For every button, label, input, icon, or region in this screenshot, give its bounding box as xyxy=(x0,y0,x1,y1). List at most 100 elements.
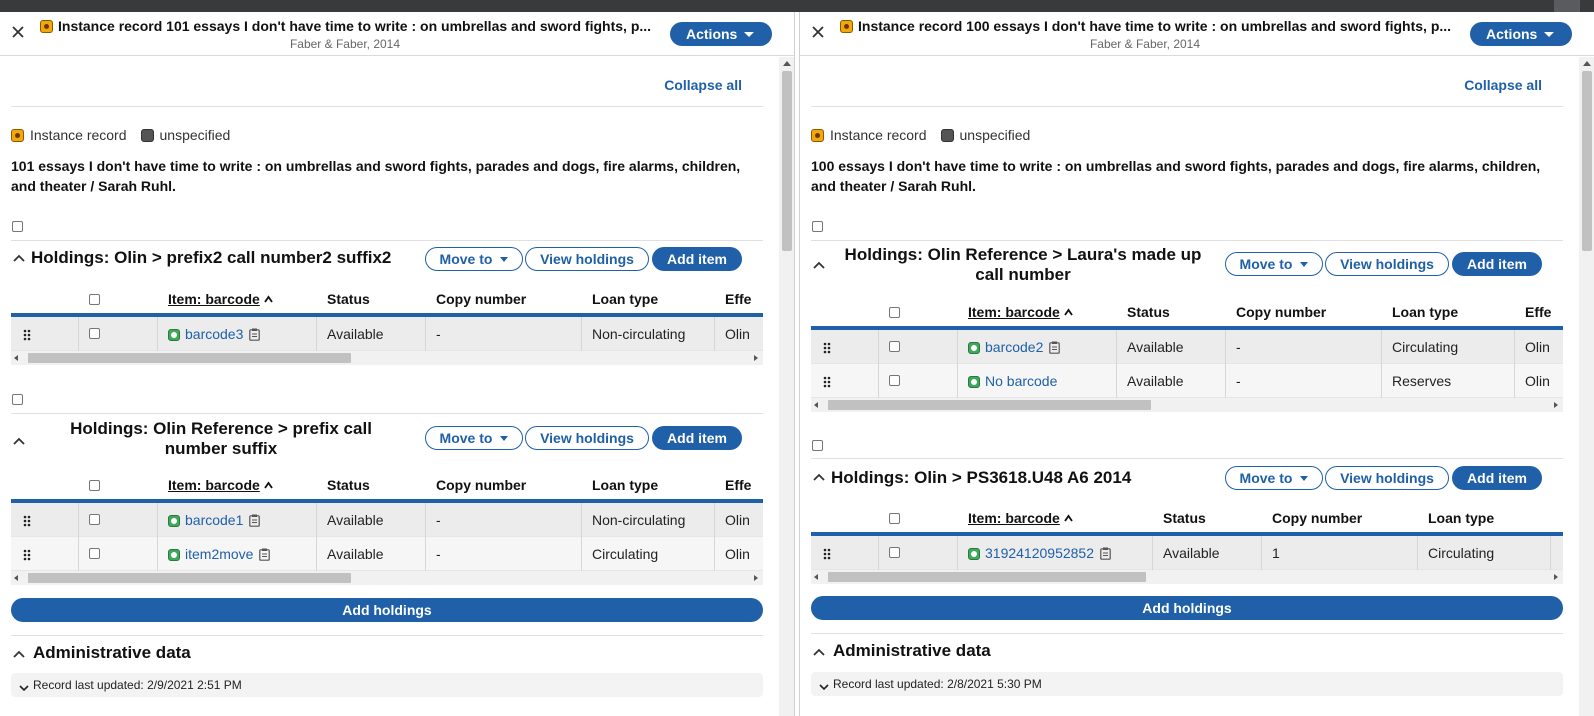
holdings-select-checkbox[interactable] xyxy=(812,440,823,451)
collapse-all-link[interactable]: Collapse all xyxy=(1464,77,1542,93)
record-updated-accordion[interactable]: Record last updated: 2/9/2021 2:51 PM xyxy=(11,673,763,697)
view-holdings-button[interactable]: View holdings xyxy=(525,426,649,450)
column-header-status[interactable]: Status xyxy=(1127,304,1170,320)
drag-handle-icon[interactable] xyxy=(23,514,31,527)
actions-button[interactable]: Actions xyxy=(1470,22,1572,46)
barcode-link[interactable]: barcode3 xyxy=(185,326,243,342)
column-header-status[interactable]: Status xyxy=(327,291,370,307)
collapse-all-link[interactable]: Collapse all xyxy=(664,77,742,93)
chevron-up-icon[interactable] xyxy=(13,252,25,264)
column-header-barcode[interactable]: Item: barcode xyxy=(168,477,273,493)
barcode-link[interactable]: barcode1 xyxy=(185,512,243,528)
column-header-loan-type[interactable]: Loan type xyxy=(1392,304,1458,320)
scroll-left-icon[interactable] xyxy=(14,575,18,581)
column-header-barcode[interactable]: Item: barcode xyxy=(968,304,1073,320)
column-header-loan-type[interactable]: Loan type xyxy=(592,291,658,307)
row-select-checkbox[interactable] xyxy=(889,547,900,558)
select-all-checkbox[interactable] xyxy=(89,480,100,491)
column-header-copy-number[interactable]: Copy number xyxy=(1272,510,1362,526)
holdings-select-checkbox[interactable] xyxy=(12,221,23,232)
column-header-effective[interactable]: Effe xyxy=(1525,304,1551,320)
record-updated-accordion[interactable]: Record last updated: 2/8/2021 5:30 PM xyxy=(811,672,1563,696)
chevron-up-icon[interactable] xyxy=(813,471,825,483)
select-all-checkbox[interactable] xyxy=(89,294,100,305)
column-header-status[interactable]: Status xyxy=(327,477,370,493)
scroll-left-icon[interactable] xyxy=(814,402,818,408)
column-header-copy-number[interactable]: Copy number xyxy=(1236,304,1326,320)
add-holdings-button[interactable]: Add holdings xyxy=(11,598,763,622)
row-select-checkbox[interactable] xyxy=(889,341,900,352)
scroll-left-icon[interactable] xyxy=(814,574,818,580)
horizontal-scrollbar[interactable] xyxy=(11,571,763,585)
select-all-checkbox[interactable] xyxy=(889,307,900,318)
move-to-button[interactable]: Move to xyxy=(425,247,523,271)
scroll-right-icon[interactable] xyxy=(1554,574,1558,580)
clipboard-icon[interactable] xyxy=(249,505,261,527)
chevron-up-icon[interactable] xyxy=(13,648,25,660)
drag-handle-icon[interactable] xyxy=(823,547,831,560)
move-to-button[interactable]: Move to xyxy=(425,426,523,450)
column-header-copy-number[interactable]: Copy number xyxy=(436,291,526,307)
clipboard-icon[interactable] xyxy=(1049,332,1061,354)
scroll-thumb[interactable] xyxy=(828,572,1146,582)
view-holdings-button[interactable]: View holdings xyxy=(525,247,649,271)
chevron-up-icon[interactable] xyxy=(13,435,25,447)
chevron-down-icon[interactable] xyxy=(819,679,829,691)
clipboard-icon[interactable] xyxy=(1100,538,1111,560)
drag-handle-icon[interactable] xyxy=(23,328,31,341)
move-to-button[interactable]: Move to xyxy=(1225,252,1323,276)
add-item-button[interactable]: Add item xyxy=(1452,466,1542,490)
barcode-link[interactable]: barcode2 xyxy=(985,339,1043,355)
column-header-barcode[interactable]: Item: barcode xyxy=(968,510,1073,526)
horizontal-scrollbar[interactable] xyxy=(11,351,763,365)
chevron-down-icon[interactable] xyxy=(19,680,29,692)
add-item-button[interactable]: Add item xyxy=(1452,252,1542,276)
column-header-loan-type[interactable]: Loan type xyxy=(1428,510,1494,526)
scroll-thumb[interactable] xyxy=(28,573,351,583)
clipboard-icon[interactable] xyxy=(259,539,271,561)
scroll-up-icon[interactable] xyxy=(783,61,791,66)
row-select-checkbox[interactable] xyxy=(89,514,100,525)
barcode-link[interactable]: item2move xyxy=(185,546,253,562)
column-header-barcode[interactable]: Item: barcode xyxy=(168,291,273,307)
holdings-select-checkbox[interactable] xyxy=(812,221,823,232)
row-select-checkbox[interactable] xyxy=(889,375,900,386)
scroll-right-icon[interactable] xyxy=(754,575,758,581)
column-header-effective[interactable]: Effe xyxy=(725,291,751,307)
scroll-right-icon[interactable] xyxy=(1554,402,1558,408)
holdings-select-checkbox[interactable] xyxy=(12,394,23,405)
clipboard-icon[interactable] xyxy=(249,319,261,341)
row-select-checkbox[interactable] xyxy=(89,548,100,559)
scroll-thumb[interactable] xyxy=(1582,71,1592,251)
add-item-button[interactable]: Add item xyxy=(652,247,742,271)
scroll-thumb[interactable] xyxy=(828,400,1151,410)
horizontal-scrollbar[interactable] xyxy=(811,570,1563,584)
actions-button[interactable]: Actions xyxy=(670,22,772,46)
chevron-up-icon[interactable] xyxy=(813,646,825,658)
scroll-left-icon[interactable] xyxy=(14,355,18,361)
column-header-copy-number[interactable]: Copy number xyxy=(436,477,526,493)
scroll-right-icon[interactable] xyxy=(754,355,758,361)
row-select-checkbox[interactable] xyxy=(89,328,100,339)
drag-handle-icon[interactable] xyxy=(823,341,831,354)
drag-handle-icon[interactable] xyxy=(23,548,31,561)
chevron-up-icon[interactable] xyxy=(813,259,825,271)
vertical-scrollbar[interactable] xyxy=(779,57,794,716)
column-header-loan-type[interactable]: Loan type xyxy=(592,477,658,493)
barcode-link[interactable]: 31924120952852 xyxy=(985,545,1094,561)
select-all-checkbox[interactable] xyxy=(889,513,900,524)
move-to-button[interactable]: Move to xyxy=(1225,466,1323,490)
barcode-link[interactable]: No barcode xyxy=(985,373,1057,389)
horizontal-scrollbar[interactable] xyxy=(811,398,1563,412)
view-holdings-button[interactable]: View holdings xyxy=(1325,252,1449,276)
scroll-thumb[interactable] xyxy=(782,71,792,251)
column-header-effective[interactable]: Effe xyxy=(725,477,751,493)
add-holdings-button[interactable]: Add holdings xyxy=(811,596,1563,620)
scroll-thumb[interactable] xyxy=(28,353,351,363)
add-item-button[interactable]: Add item xyxy=(652,426,742,450)
view-holdings-button[interactable]: View holdings xyxy=(1325,466,1449,490)
scroll-up-icon[interactable] xyxy=(1583,61,1591,66)
vertical-scrollbar[interactable] xyxy=(1579,57,1594,716)
column-header-status[interactable]: Status xyxy=(1163,510,1206,526)
drag-handle-icon[interactable] xyxy=(823,375,831,388)
